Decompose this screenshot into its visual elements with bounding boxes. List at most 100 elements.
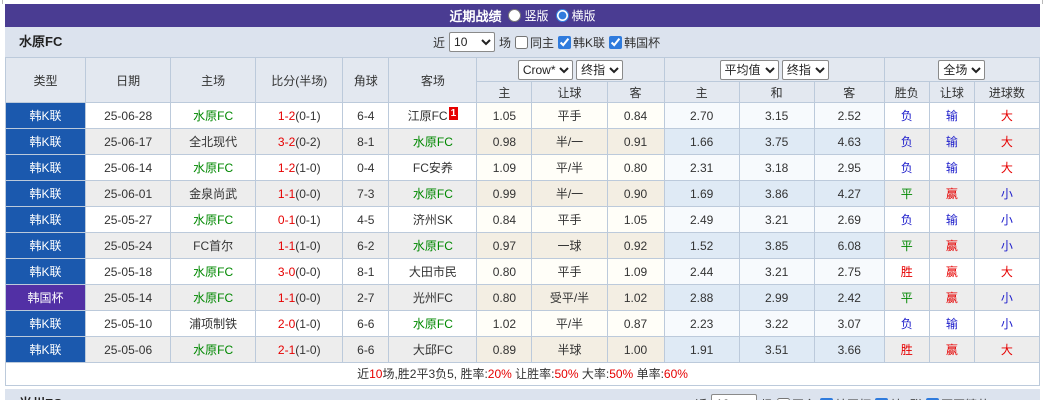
same-home-option[interactable]: 同主	[515, 34, 554, 51]
away-team-cell: 水原FC	[388, 180, 478, 207]
score-cell: 1-1(0-0)	[255, 180, 344, 207]
outcome-cell: 平	[883, 180, 930, 207]
asia-handicap-cell: 半/一	[531, 128, 608, 155]
layout-radio-horizontal[interactable]	[555, 9, 569, 22]
average-select[interactable]: 平均值	[719, 59, 779, 80]
next-match-count-select[interactable]: 10	[711, 394, 758, 400]
goals-result-cell: 大	[973, 102, 1041, 129]
handicap-result-cell: 输	[928, 206, 975, 233]
date-cell: 25-06-01	[85, 180, 172, 207]
layout-radio-vertical[interactable]	[508, 9, 522, 22]
recent-results-panel: 近期战绩 竖版 横版 水原FC 近 10 场 同主 韩K联 韩国杯 类型 日期 …	[4, 4, 1041, 400]
asia-away-odds-cell: 0.84	[606, 102, 665, 129]
asia-home-odds-cell: 0.97	[476, 232, 533, 259]
subcol-goals-result: 进球数	[973, 81, 1041, 103]
euro-away-odds-cell: 3.07	[813, 310, 885, 337]
result-group-header: 全场	[883, 57, 1041, 82]
away-team-cell: 大田市民	[388, 258, 478, 285]
league-checkbox-koreacup[interactable]	[609, 35, 623, 49]
next-league-option-koreacup[interactable]: 韩国杯	[820, 396, 871, 400]
layout-option-horizontal[interactable]: 横版	[555, 7, 596, 24]
score-cell: 0-1(0-1)	[255, 206, 344, 233]
euro-home-odds-cell: 2.49	[663, 206, 740, 233]
euro-draw-odds-cell: 3.85	[738, 232, 815, 259]
summary-segment: 50%	[554, 367, 579, 381]
score-cell: 2-1(1-0)	[255, 336, 344, 363]
corner-cell: 6-6	[342, 310, 390, 337]
euro-home-odds-cell: 2.88	[663, 284, 740, 311]
home-team-cell: 浦项制铁	[170, 310, 257, 337]
final-odds-select-asia[interactable]: 终指	[576, 59, 624, 80]
handicap-result-cell: 输	[928, 102, 975, 129]
layout-horizontal-label: 横版	[571, 9, 596, 23]
league-checkbox-kleague[interactable]	[558, 35, 572, 49]
asia-home-odds-cell: 0.98	[476, 128, 533, 155]
match-row: 韩K联 25-06-14 水原FC 1-2(1-0) 0-4 FC安养 1.09 平/半 0.8…	[4, 154, 1041, 181]
near-label: 近	[433, 35, 446, 50]
col-header-corner: 角球	[342, 57, 390, 103]
asia-handicap-cell: 平手	[531, 258, 608, 285]
asia-away-odds-cell: 0.87	[606, 310, 665, 337]
final-odds-select-euro[interactable]: 终指	[781, 59, 829, 80]
layout-option-vertical[interactable]: 竖版	[508, 7, 549, 24]
col-header-type: 类型	[4, 57, 87, 103]
away-team-cell: 江原FC 1	[388, 102, 478, 129]
goals-result-cell: 大	[973, 154, 1041, 181]
euro-away-odds-cell: 2.52	[813, 102, 885, 129]
euro-away-odds-cell: 2.69	[813, 206, 885, 233]
euro-away-odds-cell: 4.27	[813, 180, 885, 207]
date-cell: 25-05-14	[85, 284, 172, 311]
same-home-checkbox[interactable]	[515, 35, 529, 49]
handicap-result-cell: 输	[928, 310, 975, 337]
away-team-cell: 光州FC	[388, 284, 478, 311]
euro-home-odds-cell: 1.69	[663, 180, 740, 207]
match-count-select[interactable]: 10	[449, 32, 496, 52]
corner-cell: 4-5	[342, 206, 390, 233]
match-row: 韩K联 25-06-17 全北现代 3-2(0-2) 8-1 水原FC 0.98 半/一 0.9…	[4, 128, 1041, 155]
home-team-cell: 金泉尚武	[170, 180, 257, 207]
euro-odds-group-header: 平均值 终指	[663, 57, 885, 82]
goals-result-cell: 小	[973, 284, 1041, 311]
bookmaker-select[interactable]: Crow*	[517, 59, 573, 80]
summary-segment: 10	[369, 367, 383, 381]
subcol-asia-handicap: 让球	[531, 81, 608, 103]
score-cell: 1-1(1-0)	[255, 232, 344, 259]
outcome-cell: 胜	[883, 258, 930, 285]
home-team-cell: 水原FC	[170, 102, 257, 129]
league-option-kleague[interactable]: 韩K联	[558, 34, 605, 51]
scope-select[interactable]: 全场	[938, 59, 986, 80]
asia-away-odds-cell: 0.90	[606, 180, 665, 207]
euro-draw-odds-cell: 3.51	[738, 336, 815, 363]
summary-segment: 大率:	[578, 367, 610, 381]
goals-result-cell: 小	[973, 206, 1041, 233]
euro-draw-odds-cell: 3.22	[738, 310, 815, 337]
asia-away-odds-cell: 1.05	[606, 206, 665, 233]
next-league-option-aclelite[interactable]: 亚冠精英	[926, 396, 989, 400]
match-type-cell: 韩K联	[4, 232, 87, 259]
next-same-home-option[interactable]: 同主	[777, 396, 816, 400]
score-cell: 2-0(1-0)	[255, 310, 344, 337]
score-cell: 3-0(0-0)	[255, 258, 344, 285]
asia-handicap-cell: 平手	[531, 102, 608, 129]
summary-segment: 场,胜2平3负5, 胜率:	[382, 367, 488, 381]
section-title: 近期战绩	[449, 9, 502, 24]
summary-segment: 单率:	[633, 367, 664, 381]
subcol-outcome: 胜负	[883, 81, 930, 103]
match-type-cell: 韩K联	[4, 336, 87, 363]
date-cell: 25-05-18	[85, 258, 172, 285]
goals-result-cell: 大	[973, 258, 1041, 285]
match-row: 韩K联 25-06-01 金泉尚武 1-1(0-0) 7-3 水原FC 0.99 半/一 0.9…	[4, 180, 1041, 207]
league-option-koreacup[interactable]: 韩国杯	[609, 34, 660, 51]
next-games-label: 场	[761, 396, 773, 400]
match-row: 韩K联 25-05-18 水原FC 3-0(0-0) 8-1 大田市民 0.80 平手 1.09…	[4, 258, 1041, 285]
next-league-kleague-label: 韩K联	[890, 396, 922, 400]
euro-home-odds-cell: 1.52	[663, 232, 740, 259]
next-league-option-kleague[interactable]: 韩K联	[875, 396, 922, 400]
asia-away-odds-cell: 0.92	[606, 232, 665, 259]
summary-bar: 近10场,胜2平3负5, 胜率:20% 让胜率:50% 大率:50% 单率:60…	[5, 363, 1040, 386]
home-team-cell: FC首尔	[170, 232, 257, 259]
asia-away-odds-cell: 0.91	[606, 128, 665, 155]
date-cell: 25-05-27	[85, 206, 172, 233]
team-name: 水原FC	[19, 34, 63, 49]
subcol-euro-home: 主	[663, 81, 740, 103]
